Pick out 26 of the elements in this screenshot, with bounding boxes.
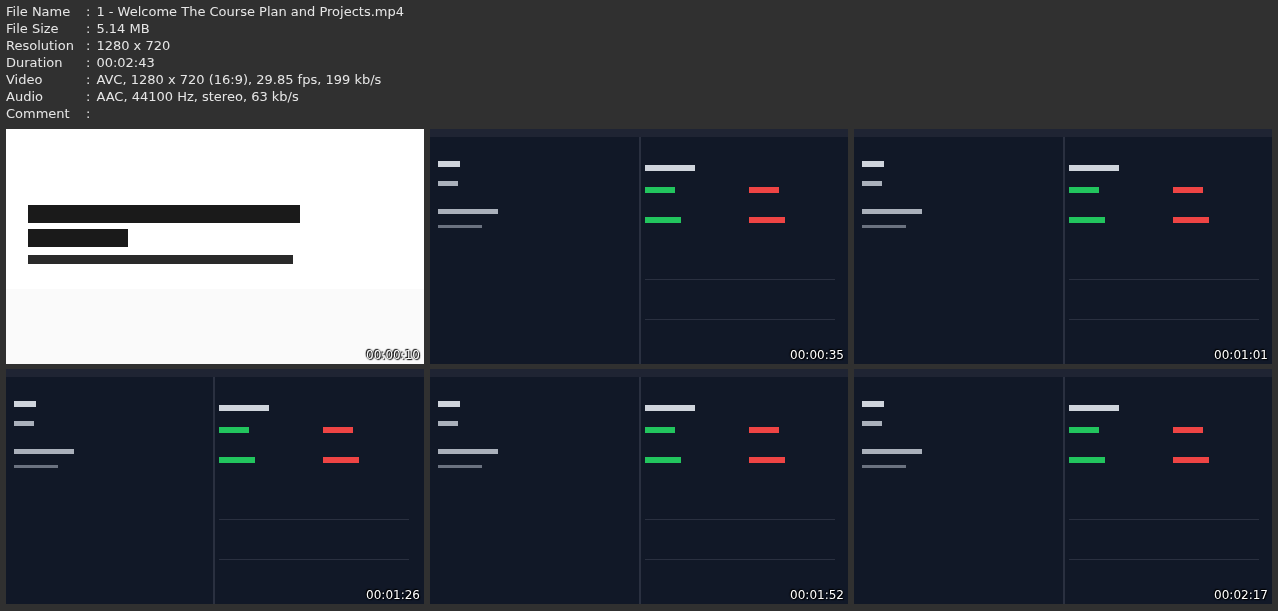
info-label: Comment (6, 105, 71, 122)
info-value: AVC, 1280 x 720 (16:9), 29.85 fps, 199 kb/s (96, 71, 382, 88)
colon: : (85, 54, 91, 71)
info-value: AAC, 44100 Hz, stereo, 63 kb/s (96, 88, 299, 105)
timestamp: 00:01:26 (366, 588, 420, 602)
colon: : (85, 37, 91, 54)
info-value: 5.14 MB (96, 20, 150, 37)
colon: : (85, 20, 91, 37)
timestamp: 00:00:35 (790, 348, 844, 362)
info-value: 00:02:43 (96, 54, 155, 71)
timestamp: 00:01:01 (1214, 348, 1268, 362)
info-label: File Name (6, 3, 72, 20)
info-label: Resolution (6, 37, 75, 54)
info-label: File Size (6, 20, 60, 37)
colon: : (85, 88, 91, 105)
info-value: 1280 x 720 (96, 37, 171, 54)
timestamp: 00:00:10 (366, 348, 420, 362)
timestamp: 00:01:52 (790, 588, 844, 602)
colon: : (85, 71, 91, 88)
info-value: 1 - Welcome The Course Plan and Projects.mp4 (96, 3, 404, 20)
colon: : (85, 105, 91, 122)
colon: : (85, 3, 91, 20)
timestamp: 00:02:17 (1214, 588, 1268, 602)
info-label: Video (6, 71, 44, 88)
info-label: Duration (6, 54, 64, 71)
info-label: Audio (6, 88, 44, 105)
